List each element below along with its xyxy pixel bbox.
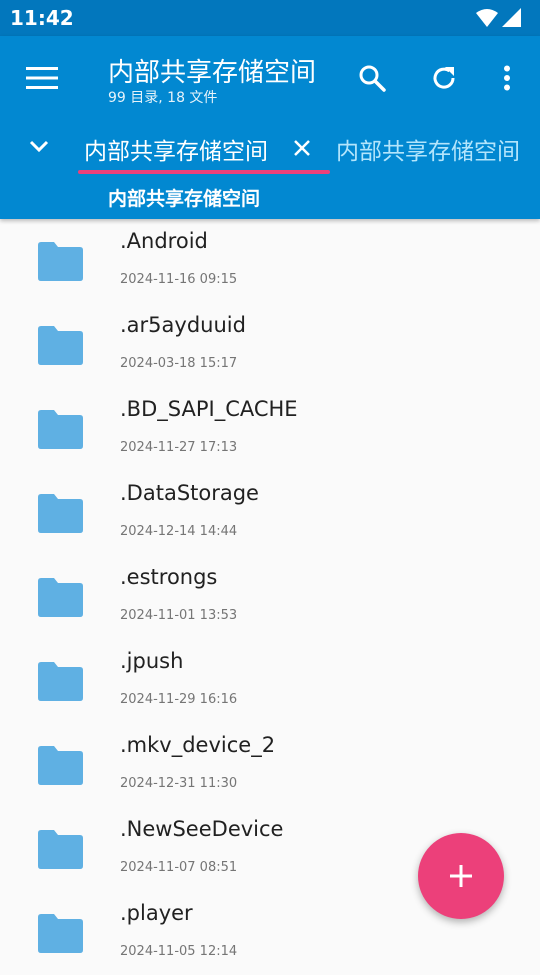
tab-active[interactable]: 内部共享存储空间 — [84, 132, 268, 166]
status-icons — [476, 8, 522, 28]
app-bar: 内部共享存储空间 99 目录, 18 文件 内部共享存储空间 内部共享存储空间 — [0, 36, 540, 219]
file-date: 2024-11-27 17:13 — [120, 440, 238, 455]
page-title: 内部共享存储空间 — [108, 58, 317, 88]
expand-tabs-button[interactable] — [17, 124, 61, 168]
status-bar: 11:42 — [0, 0, 540, 36]
list-item[interactable]: .Android 2024-11-16 09:15 — [0, 219, 540, 303]
menu-icon — [26, 67, 58, 89]
folder-icon — [38, 662, 83, 701]
file-date: 2024-11-07 08:51 — [120, 860, 238, 875]
status-time: 11:42 — [10, 6, 74, 30]
refresh-button[interactable] — [422, 56, 466, 100]
tab-inactive[interactable]: 内部共享存储空间 — [336, 132, 520, 166]
folder-icon — [38, 830, 83, 869]
folder-icon — [38, 746, 83, 785]
wifi-icon — [476, 9, 498, 27]
folder-icon — [38, 242, 83, 281]
file-date: 2024-11-29 16:16 — [120, 692, 238, 707]
menu-button[interactable] — [20, 56, 64, 100]
file-date: 2024-03-18 15:17 — [120, 356, 238, 371]
list-item[interactable]: .jpush 2024-11-29 16:16 — [0, 639, 540, 723]
file-name: .player — [120, 901, 193, 925]
folder-icon — [38, 410, 83, 449]
plus-icon — [450, 865, 472, 887]
more-vert-icon — [504, 65, 510, 91]
file-name: .DataStorage — [120, 481, 259, 505]
folder-icon — [38, 326, 83, 365]
file-name: .NewSeeDevice — [120, 817, 284, 841]
file-name: .Android — [120, 229, 208, 253]
page-subtitle: 99 目录, 18 文件 — [108, 90, 218, 106]
refresh-icon — [433, 67, 455, 89]
folder-icon — [38, 494, 83, 533]
list-item[interactable]: .ar5ayduuid 2024-03-18 15:17 — [0, 303, 540, 387]
file-date: 2024-11-16 09:15 — [120, 272, 238, 287]
file-date: 2024-11-05 12:14 — [120, 944, 238, 959]
file-name: .estrongs — [120, 565, 218, 589]
breadcrumb[interactable]: 内部共享存储空间 — [108, 184, 260, 211]
list-item[interactable]: .DataStorage 2024-12-14 14:44 — [0, 471, 540, 555]
list-item[interactable]: .estrongs 2024-11-01 13:53 — [0, 555, 540, 639]
folder-icon — [38, 914, 83, 953]
folder-icon — [38, 578, 83, 617]
file-date: 2024-12-31 11:30 — [120, 776, 238, 791]
more-options-button[interactable] — [485, 56, 529, 100]
close-icon — [294, 140, 310, 156]
tab-indicator — [78, 170, 330, 174]
add-fab-button[interactable] — [418, 833, 504, 919]
file-date: 2024-11-01 13:53 — [120, 608, 238, 623]
list-item[interactable]: .mkv_device_2 2024-12-31 11:30 — [0, 723, 540, 807]
signal-icon — [502, 8, 521, 27]
file-name: .ar5ayduuid — [120, 313, 246, 337]
file-name: .jpush — [120, 649, 184, 673]
search-icon — [359, 65, 386, 92]
tab-close-button[interactable] — [292, 132, 312, 164]
chevron-down-icon — [29, 140, 49, 153]
file-date: 2024-12-14 14:44 — [120, 524, 238, 539]
search-button[interactable] — [350, 56, 394, 100]
file-name: .mkv_device_2 — [120, 733, 276, 757]
list-item[interactable]: .BD_SAPI_CACHE 2024-11-27 17:13 — [0, 387, 540, 471]
file-name: .BD_SAPI_CACHE — [120, 397, 298, 421]
